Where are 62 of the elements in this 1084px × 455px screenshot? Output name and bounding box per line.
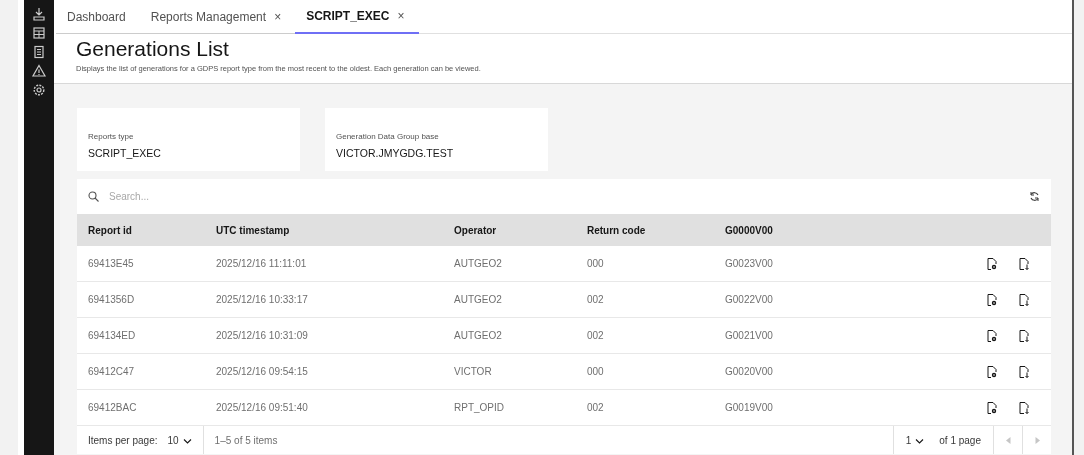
table-cell-text: 2025/12/16 10:31:09 <box>216 330 309 341</box>
table-cell-text: G0023V00 <box>725 258 774 269</box>
table-cell-text: 69412C47 <box>87 366 136 377</box>
download-icon[interactable] <box>31 6 47 22</box>
refresh-icon[interactable] <box>1029 191 1040 202</box>
download-document-icon[interactable] <box>1019 257 1029 270</box>
page-title: Generations List <box>76 36 230 62</box>
close-icon[interactable]: × <box>397 9 405 23</box>
page-total-text: of 1 page <box>939 434 981 446</box>
table-icon[interactable] <box>31 25 47 41</box>
table-cell-text: 2025/12/16 09:51:40 <box>216 402 309 413</box>
table-cell-text: 2025/12/16 11:11:01 <box>216 258 308 269</box>
column-header: Report id <box>87 224 133 236</box>
card-value: VICTOR.JMYGDG.TEST <box>336 147 455 159</box>
item-range-text: 1–5 of 5 items <box>213 434 279 446</box>
table-cell-text: 002 <box>587 402 605 413</box>
search-field[interactable]: Search... <box>107 190 1021 203</box>
caret-icon <box>915 438 924 444</box>
table-cell-text: AUTGEO2 <box>454 294 503 305</box>
table-cell-text: 002 <box>587 294 605 305</box>
table-cell-text: 2025/12/16 09:54:15 <box>216 366 309 377</box>
download-document-icon[interactable] <box>1019 365 1029 378</box>
table-cell-text: 2025/12/16 10:33:17 <box>216 294 309 305</box>
table-cell-text: 002 <box>587 330 605 341</box>
close-icon[interactable]: × <box>274 9 282 24</box>
page-size-dropdown[interactable]: 10 <box>167 434 193 446</box>
card-value: SCRIPT_EXEC <box>88 147 162 159</box>
card-label: Generation Data Group base <box>336 132 440 141</box>
download-document-icon[interactable] <box>1019 401 1029 414</box>
warning-icon[interactable] <box>31 63 47 79</box>
download-document-icon[interactable] <box>1019 293 1029 306</box>
table-cell-text: G0022V00 <box>725 294 774 305</box>
table-cell-text: 69412BAC <box>87 402 138 413</box>
table-cell-text: G0021V00 <box>725 330 774 341</box>
table-cell-text: AUTGEO2 <box>454 330 503 341</box>
table-cell-text: 000 <box>587 366 605 377</box>
caret-icon <box>183 438 192 444</box>
table-cell-text: G0020V00 <box>725 366 774 377</box>
table-cell-text: VICTOR <box>454 366 493 377</box>
table-cell-text: 69413E45 <box>87 258 135 269</box>
column-header: Operator <box>454 224 498 236</box>
column-header: UTC timestamp <box>216 224 291 236</box>
settings-icon[interactable] <box>31 82 47 98</box>
column-header: G0000V00 <box>725 224 774 236</box>
view-document-icon[interactable] <box>987 329 997 342</box>
items-per-page-label: Items per page: <box>88 434 158 446</box>
card-label: Reports type <box>88 132 135 141</box>
table-cell-text: 6941356D <box>87 294 136 305</box>
column-header: Return code <box>587 224 647 236</box>
search-icon <box>88 191 99 202</box>
view-document-icon[interactable] <box>987 401 997 414</box>
table-cell-text: 694134ED <box>87 330 137 341</box>
page-dropdown[interactable]: 1 <box>905 434 926 446</box>
view-document-icon[interactable] <box>987 257 997 270</box>
table-cell-text: RPT_OPID <box>454 402 505 413</box>
table-cell-text: AUTGEO2 <box>454 258 503 269</box>
document-icon[interactable] <box>31 44 47 60</box>
table-cell-text: 000 <box>587 258 605 269</box>
table-cell-text: G0019V00 <box>725 402 774 413</box>
download-document-icon[interactable] <box>1019 329 1029 342</box>
view-document-icon[interactable] <box>987 293 997 306</box>
view-document-icon[interactable] <box>987 365 997 378</box>
